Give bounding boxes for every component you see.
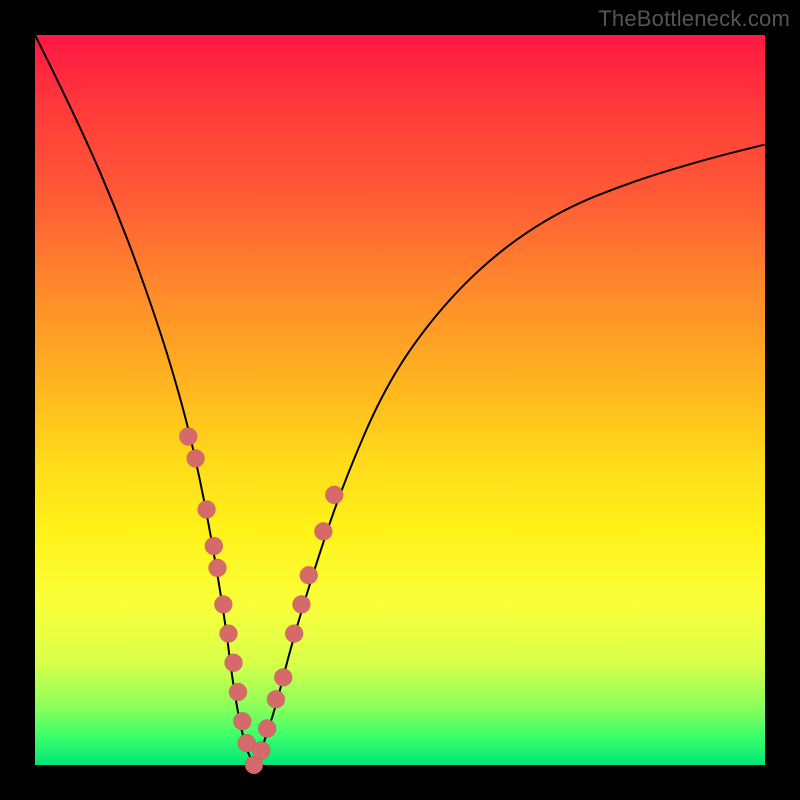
bottleneck-curve bbox=[35, 35, 765, 761]
bead-point bbox=[219, 625, 237, 643]
bead-point bbox=[209, 559, 227, 577]
bead-point bbox=[214, 595, 232, 613]
plot-area bbox=[35, 35, 765, 765]
bead-point bbox=[292, 595, 310, 613]
curve-layer bbox=[35, 35, 765, 765]
bead-point bbox=[285, 625, 303, 643]
bead-point bbox=[258, 720, 276, 738]
bead-point bbox=[205, 537, 223, 555]
bead-point bbox=[300, 566, 318, 584]
highlight-beads bbox=[179, 428, 343, 775]
watermark-text: TheBottleneck.com bbox=[598, 6, 790, 32]
bead-point bbox=[325, 486, 343, 504]
bead-point bbox=[252, 741, 270, 759]
bead-point bbox=[274, 668, 292, 686]
bead-point bbox=[229, 683, 247, 701]
bead-point bbox=[179, 428, 197, 446]
chart-stage: TheBottleneck.com bbox=[0, 0, 800, 800]
bead-point bbox=[267, 690, 285, 708]
bead-point bbox=[233, 712, 251, 730]
bead-point bbox=[314, 522, 332, 540]
bead-point bbox=[225, 654, 243, 672]
bead-point bbox=[198, 501, 216, 519]
bead-point bbox=[187, 449, 205, 467]
